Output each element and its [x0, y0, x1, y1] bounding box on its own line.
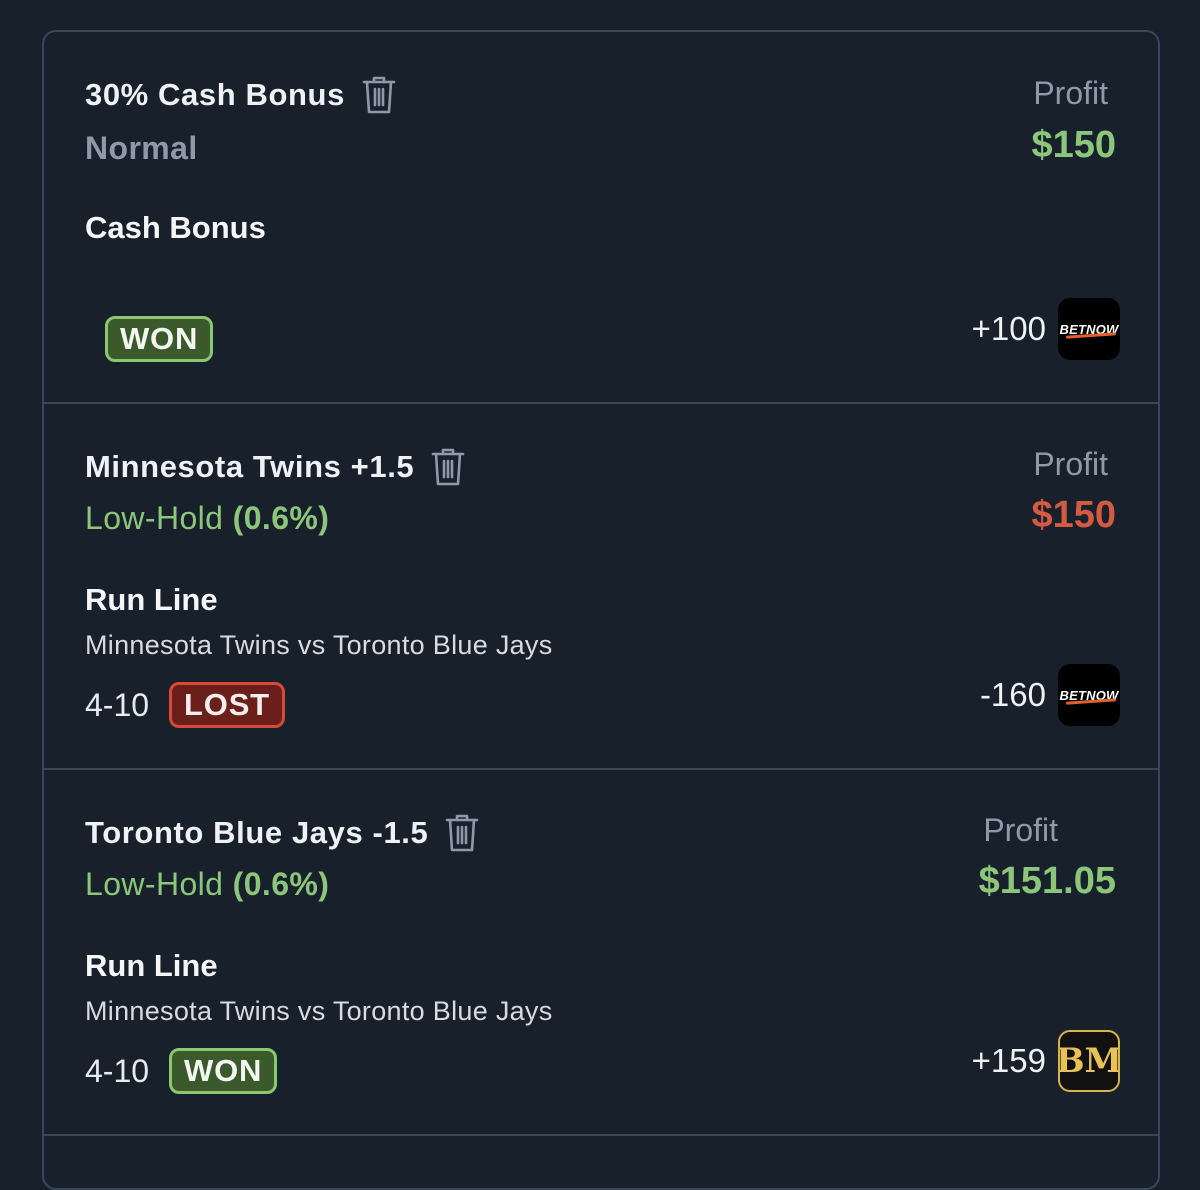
bet-type: Low-Hold (0.6%)	[85, 866, 329, 903]
result-row: 4-10 WON	[85, 1048, 278, 1094]
event-name: Minnesota Twins vs Toronto Blue Jays	[85, 996, 553, 1026]
profit-value: $151.05	[978, 860, 1116, 902]
bet-card[interactable]: 30% Cash Bonus Normal Cash Bonus WON Pro…	[44, 32, 1158, 404]
profit-label: Profit	[983, 812, 1058, 848]
result-row: WON	[105, 316, 214, 362]
profit-label: Profit	[1033, 446, 1108, 482]
final-score: 4-10	[85, 1052, 150, 1089]
odds-value: +100	[971, 310, 1046, 347]
trash-icon[interactable]	[444, 812, 480, 854]
bet-type: Low-Hold (0.6%)	[85, 500, 329, 537]
event-name: Minnesota Twins vs Toronto Blue Jays	[85, 630, 553, 660]
bet-type-label: Low-Hold	[85, 866, 224, 902]
betnow-logo-icon: BETNOW	[1058, 298, 1120, 360]
bet-title-row: Toronto Blue Jays -1.5	[85, 812, 480, 854]
bet-title-row: Minnesota Twins +1.5	[85, 446, 466, 488]
profit-label: Profit	[1033, 75, 1108, 111]
market-name: Run Line	[85, 582, 218, 617]
profit-value: $150	[1031, 494, 1116, 536]
result-badge: WON	[105, 316, 214, 362]
odds-value: +159	[971, 1042, 1046, 1079]
bets-panel: 30% Cash Bonus Normal Cash Bonus WON Pro…	[42, 30, 1160, 1190]
final-score: 4-10	[85, 686, 150, 723]
bet-title: 30% Cash Bonus	[85, 77, 345, 112]
odds-row: -160 BETNOW	[980, 664, 1120, 726]
bet-title: Toronto Blue Jays -1.5	[85, 815, 429, 850]
book-logo-text: BM	[1058, 1041, 1120, 1081]
odds-value: -160	[979, 676, 1046, 713]
hold-percentage: (0.6%)	[232, 866, 330, 902]
hold-percentage: (0.6%)	[232, 500, 330, 536]
bet-type: Normal	[85, 130, 198, 166]
bet-type-label: Low-Hold	[85, 500, 224, 536]
result-badge: LOST	[169, 682, 285, 728]
result-badge: WON	[169, 1048, 278, 1094]
bookmaker-logo-icon: BM	[1058, 1030, 1120, 1092]
bet-card[interactable]: Toronto Blue Jays -1.5 Low-Hold (0.6%) R…	[44, 770, 1158, 1136]
odds-row: +159 BM	[972, 1030, 1120, 1092]
profit-value: $150	[1031, 124, 1116, 166]
bet-title: Minnesota Twins +1.5	[85, 449, 415, 484]
market-name: Run Line	[85, 948, 218, 983]
trash-icon[interactable]	[361, 74, 397, 116]
trash-icon[interactable]	[430, 446, 466, 488]
betnow-logo-icon: BETNOW	[1058, 664, 1120, 726]
odds-row: +100 BETNOW	[972, 298, 1120, 360]
market-name: Cash Bonus	[85, 210, 266, 245]
bet-title-row: 30% Cash Bonus	[85, 74, 397, 116]
result-row: 4-10 LOST	[85, 682, 285, 728]
bet-card[interactable]: Minnesota Twins +1.5 Low-Hold (0.6%) Run…	[44, 404, 1158, 770]
